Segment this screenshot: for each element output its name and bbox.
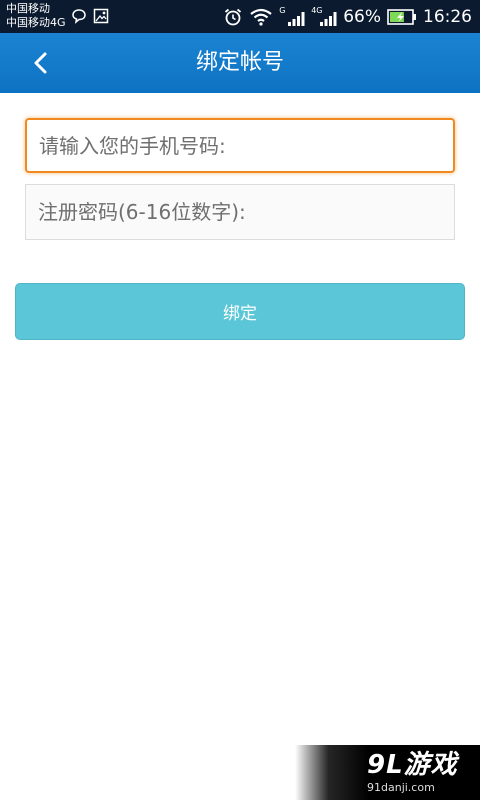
status-right-group: G 4G 66% 16:26 [223, 0, 472, 33]
image-icon [93, 8, 109, 24]
carrier-1-label: 中国移动 [6, 2, 50, 15]
watermark-logo: 9L游戏 [367, 750, 458, 780]
phone-number-input[interactable] [25, 118, 455, 173]
carrier-info: 中国移动 中国移动4G [6, 2, 66, 30]
signal-icon [320, 11, 337, 26]
carrier-2-label: 中国移动4G [6, 16, 66, 29]
clock: 16:26 [423, 6, 472, 27]
alarm-icon [225, 8, 242, 25]
watermark-url: 91danji.com [367, 781, 435, 794]
bind-button[interactable]: 绑定 [15, 283, 465, 340]
sim1-network-label: G [279, 5, 286, 15]
password-input[interactable] [25, 184, 455, 240]
site-watermark: 9L游戏 91danji.com [295, 745, 480, 800]
battery-charging-icon [387, 8, 416, 25]
sim1-signal: G [279, 6, 305, 28]
app-header: 绑定帐号 [0, 33, 480, 93]
status-bar: 中国移动 中国移动4G G 4G 66% 16:26 [0, 0, 480, 33]
signal-icon [288, 11, 305, 26]
sim2-signal: 4G [311, 6, 337, 28]
wifi-icon [250, 8, 272, 26]
chat-bubble-icon [72, 9, 86, 24]
page-title: 绑定帐号 [195, 50, 284, 75]
battery-percent: 66% [343, 6, 381, 27]
